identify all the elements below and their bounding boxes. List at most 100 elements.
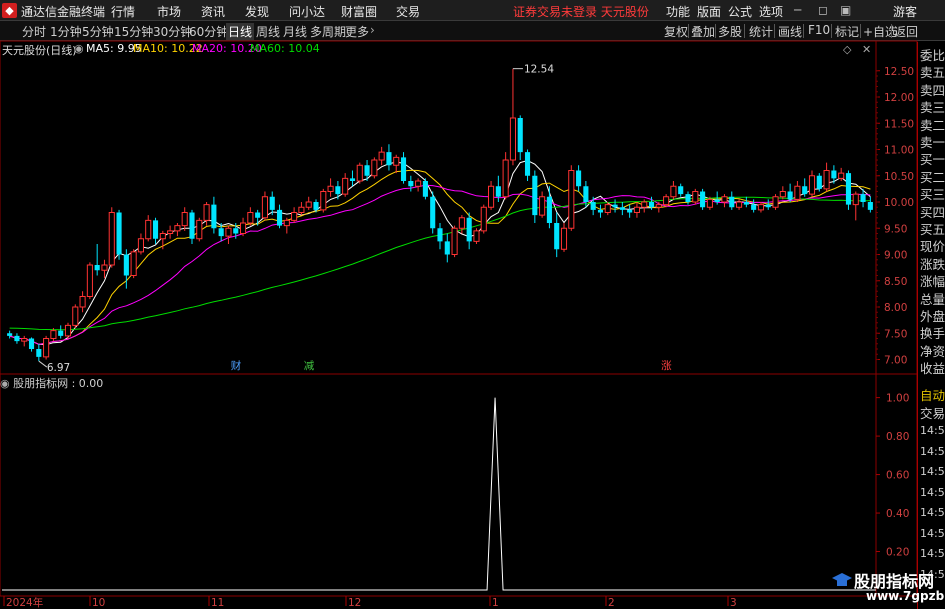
candle-body	[342, 177, 349, 195]
close-icon[interactable]: ✕	[862, 43, 871, 56]
indicator-title: 股朋指标网 : 0.00	[13, 377, 104, 390]
kline-chart[interactable]: 12.5012.0011.5011.0010.5010.009.509.008.…	[0, 0, 945, 609]
candle	[211, 196, 217, 234]
candle-body	[648, 202, 655, 208]
candle	[64, 322, 72, 339]
candle-body	[794, 185, 801, 200]
candle	[743, 196, 749, 208]
candle-body	[7, 333, 13, 336]
candle-body	[50, 330, 57, 339]
candle-body	[152, 220, 159, 239]
candle-body	[305, 201, 312, 208]
event-marker: 涨	[661, 360, 672, 372]
candle-body	[714, 199, 720, 202]
ind-tick-label: 0.60	[886, 470, 909, 482]
candle-body	[627, 209, 633, 213]
trade-time: 14:55	[920, 424, 945, 437]
tab-auto[interactable]: 自动	[920, 385, 945, 404]
candle	[36, 343, 42, 362]
candle	[189, 209, 195, 244]
candle-body	[576, 170, 582, 187]
candle-body	[808, 175, 816, 195]
price-tick-label: 12.50	[884, 66, 914, 78]
candle-body	[327, 185, 334, 192]
candle-body	[211, 204, 217, 229]
candle	[14, 333, 20, 344]
candle-body	[663, 196, 670, 206]
quote-field-label: 涨跌	[920, 256, 945, 272]
candle	[437, 223, 443, 250]
ind-tick-label: 1.00	[886, 393, 909, 405]
candle	[488, 181, 495, 210]
ind-tick-label: 0.40	[886, 508, 909, 520]
quote-field-label: 卖二	[920, 117, 945, 133]
candle-body	[546, 196, 552, 223]
mortarboard-icon	[832, 573, 852, 586]
trade-label: 交易	[920, 406, 945, 421]
candle-body	[64, 324, 72, 337]
candle	[678, 183, 684, 197]
candle	[181, 207, 188, 231]
candle	[218, 223, 224, 242]
settings-icon[interactable]: ◉	[74, 42, 84, 55]
candle-body	[335, 186, 341, 195]
candle-body	[371, 159, 378, 177]
candle-body	[765, 204, 771, 208]
candle	[283, 217, 290, 234]
indicator-settings-icon[interactable]: ◉	[0, 377, 10, 390]
candle-body	[415, 180, 422, 187]
candle	[867, 196, 873, 213]
candle	[356, 162, 363, 184]
price-tick-label: 12.00	[884, 92, 914, 104]
price-tick-label: 9.50	[884, 223, 907, 235]
candle-body	[437, 228, 443, 242]
candle	[79, 291, 86, 313]
ma5-line	[9, 159, 871, 346]
candle-body	[21, 338, 28, 342]
candle-body	[860, 194, 866, 202]
candle-body	[393, 156, 400, 166]
xaxis-label: 2024年	[6, 596, 43, 609]
candle-body	[852, 193, 859, 206]
candle-body	[422, 181, 428, 197]
candle	[386, 144, 392, 171]
candle-body	[14, 335, 20, 342]
candle	[808, 170, 816, 197]
xaxis-label: 2	[608, 597, 615, 609]
candle-body	[560, 227, 568, 250]
diamond-icon[interactable]: ◇	[843, 43, 851, 56]
quote-field-label: 现价	[920, 239, 945, 255]
candle	[152, 217, 159, 244]
ind-tick-label: 0.80	[886, 431, 909, 443]
candle	[509, 68, 516, 166]
candle	[225, 225, 232, 244]
ma10-line	[9, 169, 871, 345]
candle-body	[488, 185, 495, 208]
candle	[116, 209, 122, 260]
candle	[276, 204, 283, 229]
candle-body	[509, 117, 516, 161]
candle-body	[378, 151, 385, 161]
candle-body	[298, 206, 305, 213]
candle-body	[101, 264, 108, 271]
candle-body	[816, 175, 822, 189]
quote-field-label: 卖五	[920, 65, 945, 81]
candle-body	[320, 191, 327, 211]
candle	[108, 207, 115, 268]
candle-body	[356, 164, 363, 182]
candle-body	[233, 228, 239, 234]
candle-body	[736, 201, 743, 208]
candle	[415, 178, 422, 192]
candle	[655, 202, 662, 213]
candle	[473, 228, 480, 244]
candle-body	[291, 212, 298, 221]
candle-body	[58, 330, 64, 336]
price-tick-label: 9.00	[884, 250, 907, 262]
candle	[400, 152, 407, 184]
indicator-header: ◉ 股朋指标网 : 0.00	[0, 375, 103, 391]
xaxis-label: 1	[492, 597, 499, 609]
candle	[852, 191, 859, 221]
candle	[576, 165, 582, 192]
quote-field-label: 委比	[920, 48, 945, 63]
candle-body	[159, 233, 166, 240]
